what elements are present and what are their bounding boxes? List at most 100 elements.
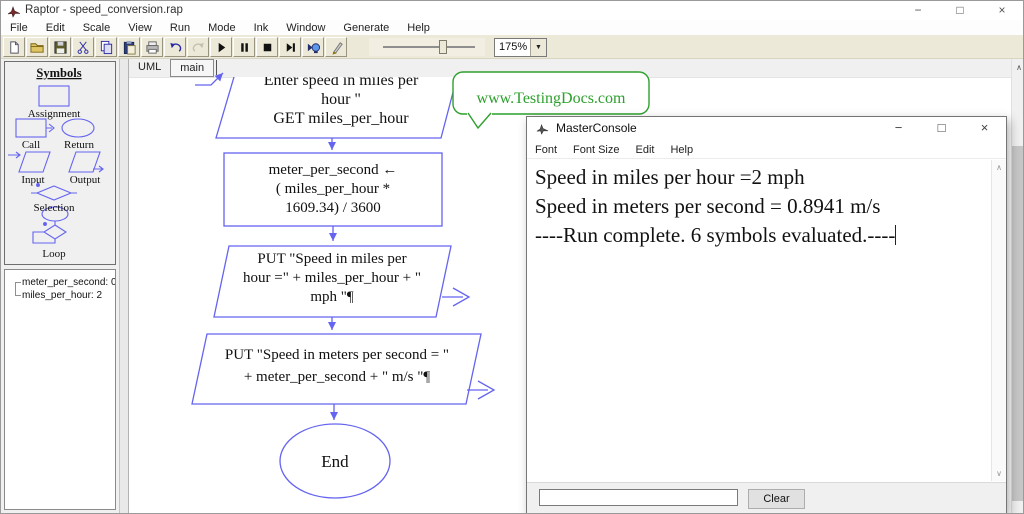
assignment-symbol-icon[interactable] (39, 86, 69, 106)
run-button[interactable] (210, 37, 232, 57)
selection-label: Selection (34, 202, 75, 214)
console-vertical-scrollbar[interactable]: ∧ ∨ (991, 160, 1006, 481)
open-file-button[interactable] (26, 37, 48, 57)
input-label: Input (21, 174, 44, 186)
output2-text-line1: PUT "Speed in meters per second = " (225, 347, 449, 363)
input-text-line2: hour " (321, 91, 361, 108)
redo-button[interactable] (187, 37, 209, 57)
sidebar-splitter[interactable] (119, 59, 129, 514)
menu-bar: File Edit Scale View Run Mode Ink Window… (1, 20, 1023, 35)
undo-icon (168, 40, 183, 55)
run-to-input-icon (306, 40, 321, 55)
master-console-window: MasterConsole − □ × Font Font Size Edit … (526, 116, 1007, 514)
clear-button[interactable]: Clear (748, 489, 805, 509)
console-menu-edit[interactable]: Edit (627, 144, 662, 156)
menu-view[interactable]: View (119, 22, 161, 34)
call-label: Call (22, 139, 40, 151)
pen-icon (329, 40, 344, 55)
cut-button[interactable] (72, 37, 94, 57)
console-input[interactable] (539, 489, 738, 506)
menu-mode[interactable]: Mode (199, 22, 245, 34)
menu-edit[interactable]: Edit (37, 22, 74, 34)
minimize-icon[interactable]: − (897, 1, 939, 20)
play-icon (214, 40, 229, 55)
input-text-line3: GET miles_per_hour (273, 110, 409, 127)
output-symbol-icon[interactable] (69, 152, 103, 172)
return-label: Return (64, 139, 94, 151)
output-symbol-2[interactable]: PUT "Speed in meters per second = " + me… (192, 334, 494, 404)
tree-line (15, 282, 16, 296)
close-icon[interactable]: × (981, 1, 1023, 20)
zoom-slider-track[interactable] (383, 46, 475, 48)
call-symbol-icon[interactable] (16, 119, 54, 137)
maximize-icon[interactable]: □ (939, 1, 981, 20)
copy-icon (99, 40, 114, 55)
open-folder-icon (30, 40, 45, 55)
toolbar: 175% ▼ (1, 35, 1023, 59)
tab-main[interactable]: main (170, 59, 214, 77)
assignment-text-line2: ( miles_per_hour * (276, 181, 390, 197)
menu-generate[interactable]: Generate (334, 22, 398, 34)
symbols-panel: Symbols (4, 61, 116, 265)
input-symbol-icon[interactable] (8, 152, 50, 172)
assignment-text-line1: meter_per_second ← (269, 162, 398, 178)
minimize-icon[interactable]: − (877, 117, 920, 139)
printer-icon (145, 40, 160, 55)
variable-meter-per-second: meter_per_second: 0.8941 (22, 277, 116, 288)
tree-line (15, 295, 21, 296)
menu-ink[interactable]: Ink (245, 22, 278, 34)
menu-window[interactable]: Window (277, 22, 334, 34)
maximize-icon[interactable]: □ (920, 117, 963, 139)
print-button[interactable] (141, 37, 163, 57)
menu-run[interactable]: Run (161, 22, 199, 34)
end-symbol[interactable]: End (280, 424, 390, 498)
zoom-slider-thumb[interactable] (439, 40, 447, 54)
raptor-window: Raptor - speed_conversion.rap − □ × File… (0, 0, 1024, 514)
console-menu-help[interactable]: Help (662, 144, 701, 156)
tab-uml[interactable]: UML (129, 59, 170, 77)
new-file-button[interactable] (3, 37, 25, 57)
output1-text-line2: hour =" + miles_per_hour + " (243, 270, 421, 286)
zoom-slider (369, 38, 485, 56)
raptor-app-icon (7, 4, 21, 18)
zoom-combobox[interactable]: 175% ▼ (494, 38, 547, 57)
canvas-vertical-scrollbar[interactable]: ∧ (1011, 59, 1024, 514)
menu-scale[interactable]: Scale (74, 22, 120, 34)
paste-button[interactable] (118, 37, 140, 57)
step-to-next-button[interactable] (279, 37, 301, 57)
variable-miles-per-hour: miles_per_hour: 2 (22, 290, 102, 301)
menu-file[interactable]: File (1, 22, 37, 34)
chevron-down-icon[interactable]: ▼ (530, 39, 546, 56)
save-floppy-icon (53, 40, 68, 55)
stop-icon (260, 40, 275, 55)
save-button[interactable] (49, 37, 71, 57)
undo-button[interactable] (164, 37, 186, 57)
sidebar: Symbols (1, 59, 119, 514)
console-menu-font[interactable]: Font (527, 144, 565, 156)
new-file-icon (7, 40, 22, 55)
scroll-up-icon[interactable]: ∧ (992, 163, 1006, 172)
console-input-bar: Clear (527, 482, 1006, 513)
symbols-title: Symbols (36, 66, 81, 80)
output-symbol-1[interactable]: PUT "Speed in miles per hour =" + miles_… (214, 246, 469, 317)
pause-button[interactable] (233, 37, 255, 57)
run-to-input-button[interactable] (302, 37, 324, 57)
menu-help[interactable]: Help (398, 22, 439, 34)
scroll-down-icon[interactable]: ∨ (992, 469, 1006, 478)
raptor-app-icon (536, 122, 549, 135)
stop-button[interactable] (256, 37, 278, 57)
assignment-symbol[interactable]: meter_per_second ← ( miles_per_hour * 16… (224, 153, 442, 226)
console-menu-font-size[interactable]: Font Size (565, 144, 627, 156)
console-line: Speed in meters per second = 0.8941 m/s (535, 192, 991, 221)
scrollbar-thumb[interactable] (1012, 146, 1024, 501)
scroll-up-icon[interactable]: ∧ (1012, 63, 1024, 72)
copy-button[interactable] (95, 37, 117, 57)
loop-label: Loop (42, 248, 66, 260)
console-title-bar: MasterConsole − □ × (527, 117, 1006, 139)
return-symbol-icon[interactable] (62, 119, 94, 137)
console-line: Speed in miles per hour =2 mph (535, 163, 991, 192)
ink-pen-button[interactable] (325, 37, 347, 57)
close-icon[interactable]: × (963, 117, 1006, 139)
selection-symbol-icon[interactable] (31, 184, 77, 200)
paste-icon (122, 40, 137, 55)
